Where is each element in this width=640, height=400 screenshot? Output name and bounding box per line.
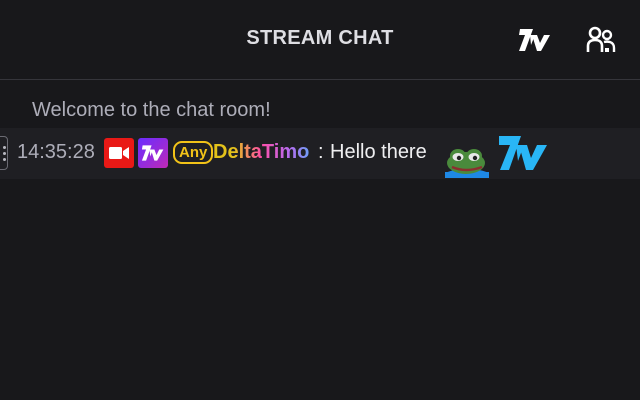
any-badge[interactable]: Any: [173, 141, 214, 164]
users-button[interactable]: [583, 24, 619, 56]
7tv-logo-emote-icon[interactable]: [497, 133, 549, 173]
7tv-emote-menu-button[interactable]: [517, 24, 553, 56]
username-separator: :: [318, 141, 324, 163]
users-icon: [586, 26, 616, 52]
chat-app: STREAM CHAT Welcome to the chat room! 14…: [0, 0, 640, 400]
7tv-badge-icon[interactable]: [138, 138, 168, 168]
7tv-logo-icon: [519, 29, 550, 51]
username[interactable]: DeltaTimo: [213, 141, 309, 164]
message-timestamp: 14:35:28: [17, 141, 95, 163]
message-text: Hello there: [330, 141, 427, 163]
drag-handle-icon[interactable]: [0, 136, 8, 170]
welcome-message: Welcome to the chat room!: [32, 99, 271, 121]
chat-header: STREAM CHAT: [0, 0, 640, 80]
live-camera-badge-icon[interactable]: [104, 138, 134, 168]
frog-emote-icon[interactable]: [444, 146, 490, 178]
